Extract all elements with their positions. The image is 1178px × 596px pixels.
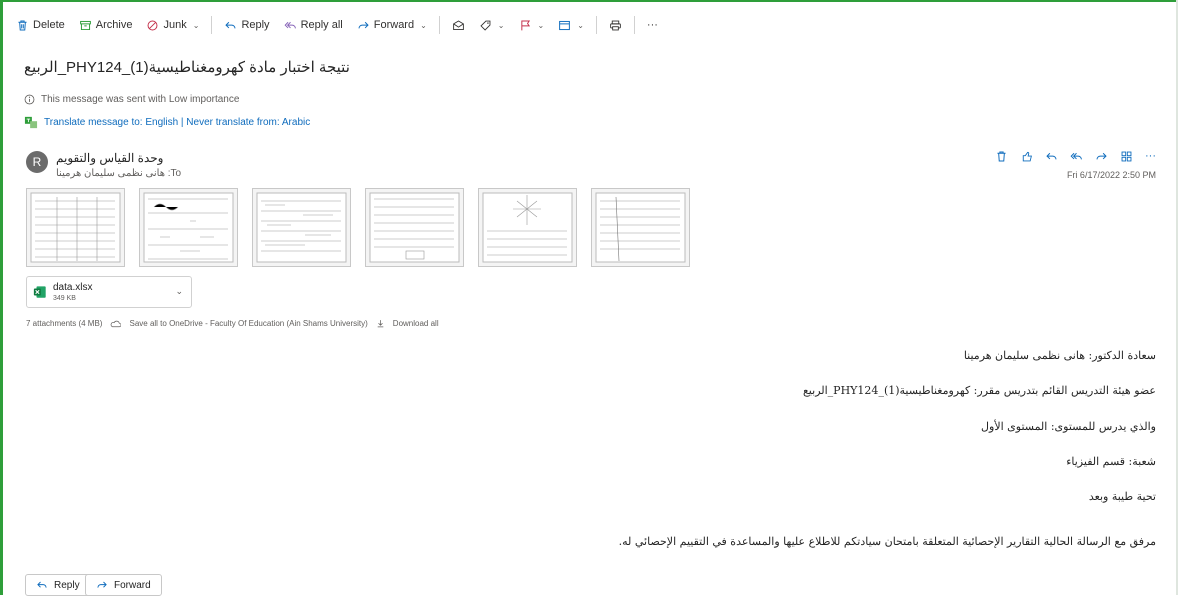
download-all-link[interactable]: Download all xyxy=(393,319,439,328)
categorize-button[interactable]: ⌄ xyxy=(473,12,511,38)
forward-button[interactable]: Forward xyxy=(85,574,162,596)
more-label: ··· xyxy=(646,19,658,31)
recipient-line: هانى نظمى سليمان هرمينا :To xyxy=(56,168,182,179)
forward-icon xyxy=(358,21,369,28)
attachment-thumbnail[interactable] xyxy=(26,188,125,267)
attachment-file-size: 349 KB xyxy=(53,295,76,302)
reply-all-button[interactable]: Reply all xyxy=(278,12,349,38)
window-frame-top xyxy=(0,0,1178,2)
more-actions-button[interactable]: ··· xyxy=(641,12,664,38)
flag-icon xyxy=(520,20,530,30)
junk-label: Junk xyxy=(163,19,187,31)
attachment-file-card[interactable]: data.xlsx 349 KB ⌄ xyxy=(26,276,192,308)
chevron-down-icon[interactable]: ⌄ xyxy=(420,21,427,30)
chevron-down-icon[interactable]: ⌄ xyxy=(175,286,183,297)
importance-text: This message was sent with Low importanc… xyxy=(41,94,240,105)
toolbar-divider xyxy=(438,16,440,34)
attachment-previews xyxy=(26,188,690,267)
save-to-onedrive-link[interactable]: Save all to OneDrive - Faculty Of Educat… xyxy=(129,319,367,328)
body-line: شعبة: قسم الفيزياء xyxy=(1066,455,1156,468)
mark-read-button[interactable] xyxy=(446,12,471,38)
body-line: والذي يدرس للمستوى: المستوى الأول xyxy=(981,420,1156,433)
attachments-count: 7 attachments (4 MB) xyxy=(26,319,103,328)
command-toolbar: Delete Archive Junk ⌄ Reply Reply all Fo… xyxy=(10,8,664,42)
attachment-thumbnail[interactable] xyxy=(252,188,351,267)
attachment-thumbnail[interactable] xyxy=(139,188,238,267)
translate-info: Translate message to: English | Never tr… xyxy=(24,116,310,129)
avatar[interactable]: R xyxy=(26,151,48,173)
download-icon xyxy=(377,320,384,328)
window-frame-left xyxy=(0,0,3,595)
chevron-down-icon[interactable]: ⌄ xyxy=(193,21,200,30)
attachments-summary-bar: 7 attachments (4 MB) Save all to OneDriv… xyxy=(26,319,439,328)
reply-icon xyxy=(225,21,236,28)
chevron-down-icon[interactable]: ⌄ xyxy=(498,21,505,30)
onedrive-icon xyxy=(111,320,122,327)
reply-label: Reply xyxy=(241,19,270,31)
reply-icon xyxy=(37,581,47,588)
print-icon xyxy=(610,20,621,30)
attachment-thumbnail[interactable] xyxy=(478,188,577,267)
reply-all-icon xyxy=(284,21,296,28)
excel-icon xyxy=(33,286,46,298)
forward-icon[interactable] xyxy=(1095,150,1108,163)
forward-label: Forward xyxy=(114,579,151,591)
attachment-thumbnail[interactable] xyxy=(365,188,464,267)
reply-button[interactable]: Reply xyxy=(25,574,91,596)
attachment-thumbnail[interactable] xyxy=(591,188,690,267)
delete-button[interactable]: Delete xyxy=(10,12,71,38)
chevron-down-icon[interactable]: ⌄ xyxy=(577,21,584,30)
delete-label: Delete xyxy=(33,19,65,31)
body-line: مرفق مع الرسالة الحالية التقارير الإحصائ… xyxy=(618,535,1156,548)
message-actions: ··· xyxy=(995,150,1156,163)
body-line: عضو هيئة التدريس القائم بتدريس مقرر: كهر… xyxy=(802,384,1156,397)
more-actions-icon[interactable]: ··· xyxy=(1145,150,1156,163)
forward-label: Forward xyxy=(373,19,415,31)
like-icon[interactable] xyxy=(1020,150,1033,163)
delete-icon xyxy=(18,20,27,30)
flag-button[interactable]: ⌄ xyxy=(513,12,551,38)
forward-button[interactable]: Forward ⌄ xyxy=(351,12,433,38)
reply-icon[interactable] xyxy=(1045,150,1058,163)
chevron-down-icon[interactable]: ⌄ xyxy=(538,21,545,30)
importance-info: This message was sent with Low importanc… xyxy=(24,94,239,105)
reply-all-icon[interactable] xyxy=(1070,150,1083,163)
sender-name[interactable]: وحدة القياس والتقويم xyxy=(56,151,163,165)
reply-button[interactable]: Reply xyxy=(218,12,275,38)
junk-icon xyxy=(148,20,158,30)
info-icon xyxy=(24,94,35,105)
archive-button[interactable]: Archive xyxy=(73,12,139,38)
tag-icon xyxy=(480,20,491,31)
body-line: تحية طيبة وبعد xyxy=(1088,490,1156,503)
archive-icon xyxy=(79,20,91,30)
reply-all-label: Reply all xyxy=(300,19,343,31)
archive-label: Archive xyxy=(95,19,133,31)
body-line: سعادة الدكتور: هانى نظمى سليمان هرمينا xyxy=(963,349,1156,362)
delete-icon[interactable] xyxy=(995,150,1008,163)
toolbar-divider xyxy=(211,16,213,34)
toolbar-divider xyxy=(633,16,635,34)
message-date: Fri 6/17/2022 2:50 PM xyxy=(1066,170,1156,180)
translate-icon xyxy=(24,116,38,129)
junk-button[interactable]: Junk ⌄ xyxy=(140,12,205,38)
translate-link[interactable]: Translate message to: English | Never tr… xyxy=(44,117,310,128)
forward-icon xyxy=(97,581,107,588)
move-button[interactable]: ⌄ xyxy=(552,12,590,38)
attachment-file-name: data.xlsx xyxy=(53,282,93,293)
move-icon xyxy=(559,20,571,30)
print-button[interactable] xyxy=(603,12,628,38)
message-subject: الربيع_PHY124_نتيجة اختبار مادة كهرومغنا… xyxy=(24,59,350,76)
reply-label: Reply xyxy=(54,579,80,591)
read-icon xyxy=(452,20,464,30)
toolbar-divider xyxy=(595,16,597,34)
apps-icon[interactable] xyxy=(1120,150,1133,163)
